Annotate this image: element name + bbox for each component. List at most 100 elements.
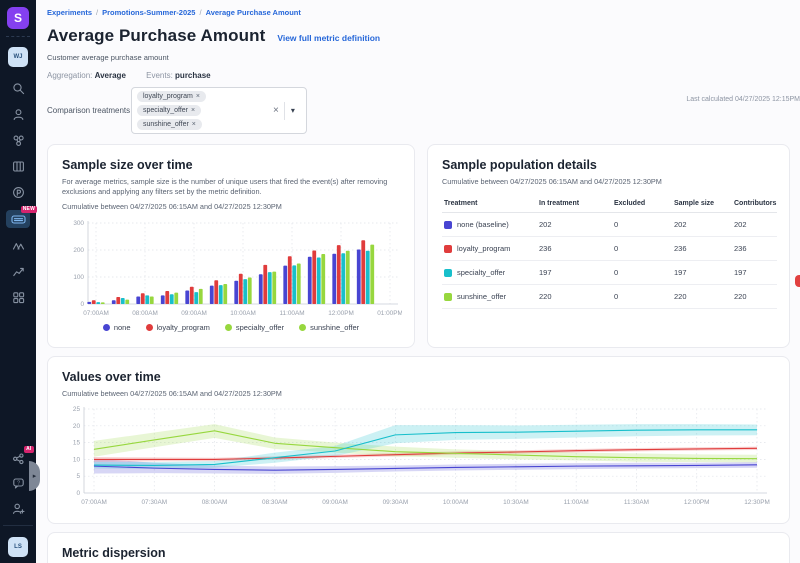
breadcrumb-experiments[interactable]: Experiments <box>47 8 92 17</box>
chip-sunshine-offer[interactable]: sunshine_offer × <box>137 119 202 130</box>
svg-text:0: 0 <box>80 301 84 308</box>
main-content: Experiments / Promotions-Summer-2025 / A… <box>36 0 800 563</box>
search-icon[interactable] <box>10 80 27 97</box>
legend-dot <box>146 324 153 331</box>
chip-remove-icon[interactable]: × <box>196 93 200 100</box>
aggregation-value: Average <box>95 71 126 80</box>
svg-text:10:30AM: 10:30AM <box>503 499 529 506</box>
sample-size-range: Cumulative between 04/27/2025 06:15AM an… <box>62 202 400 211</box>
legend-item: none <box>103 323 131 332</box>
comparison-treatments-label: Comparison treatments <box>47 106 131 115</box>
breadcrumb-metric-name[interactable]: Average Purchase Amount <box>206 8 301 17</box>
svg-text:07:00AM: 07:00AM <box>81 499 107 506</box>
view-metric-definition-link[interactable]: View full metric definition <box>277 33 380 43</box>
svg-text:09:30AM: 09:30AM <box>383 499 409 506</box>
users-icon[interactable] <box>10 106 27 123</box>
values-over-time-card: Values over time Cumulative between 04/2… <box>47 356 790 524</box>
svg-text:12:00PM: 12:00PM <box>328 310 354 317</box>
treatment-name: sunshine_offer <box>457 292 506 301</box>
svg-text:20: 20 <box>73 423 81 430</box>
col-in-treatment: In treatment <box>537 195 612 213</box>
sample-size-description: For average metrics, sample size is the … <box>62 177 400 197</box>
ai-badge: AI <box>24 446 33 453</box>
breadcrumb-separator: / <box>96 8 98 17</box>
dynamic-config-icon[interactable] <box>10 158 27 175</box>
svg-text:11:30AM: 11:30AM <box>624 499 649 506</box>
values-title: Values over time <box>62 370 775 384</box>
invite-user-icon[interactable] <box>10 500 27 517</box>
legend-item: sunshine_offer <box>299 323 359 332</box>
breadcrumb: Experiments / Promotions-Summer-2025 / A… <box>47 8 790 17</box>
legend-dot <box>225 324 232 331</box>
table-row: specialty_offer 197 0 197 197 <box>442 261 777 285</box>
legend-item: specialty_offer <box>225 323 284 332</box>
aggregation-row: Aggregation: Average Events: purchase <box>47 71 790 80</box>
metric-dispersion-card: Metric dispersion Cumulative between 04/… <box>47 532 790 563</box>
svg-text:08:00AM: 08:00AM <box>132 310 158 317</box>
experiments-icon[interactable]: NEW <box>6 210 30 228</box>
chevron-down-icon[interactable]: ▾ <box>291 106 295 115</box>
col-treatment: Treatment <box>442 195 537 213</box>
dashboards-icon[interactable] <box>10 289 27 306</box>
svg-text:07:30AM: 07:30AM <box>141 499 167 506</box>
svg-text:15: 15 <box>73 440 81 447</box>
breadcrumb-experiment-name[interactable]: Promotions-Summer-2025 <box>102 8 195 17</box>
population-title: Sample population details <box>442 158 775 172</box>
sidebar-divider <box>6 36 30 37</box>
new-badge: NEW <box>21 206 37 213</box>
values-over-time-chart: 051015202507:00AM07:30AM08:00AM08:30AM09… <box>62 404 775 512</box>
svg-text:100: 100 <box>73 274 84 281</box>
legend-dot <box>299 324 306 331</box>
population-table: Treatment In treatment Excluded Sample s… <box>442 195 777 309</box>
svg-text:10:00AM: 10:00AM <box>443 499 469 506</box>
help-chat-icon[interactable]: ? <box>10 475 27 492</box>
svg-text:5: 5 <box>76 473 80 480</box>
svg-text:01:00PM: 01:00PM <box>377 310 402 317</box>
ai-assistant-icon[interactable]: AI <box>10 450 27 467</box>
treatment-swatch <box>444 293 452 301</box>
svg-text:12:30PM: 12:30PM <box>744 499 770 506</box>
legend-dot <box>103 324 110 331</box>
clear-selection-icon[interactable]: × <box>273 105 279 116</box>
statsig-logo[interactable]: S <box>7 7 29 29</box>
svg-text:09:00AM: 09:00AM <box>181 310 207 317</box>
svg-text:11:00AM: 11:00AM <box>279 310 304 317</box>
workspace-avatar[interactable]: WJ <box>8 47 28 67</box>
chip-specialty-offer[interactable]: specialty_offer × <box>137 105 201 116</box>
comparison-treatments-select[interactable]: loyalty_program × specialty_offer × suns… <box>131 87 307 134</box>
treatment-name: loyalty_program <box>457 244 510 253</box>
chip-loyalty-program[interactable]: loyalty_program × <box>137 91 206 102</box>
treatment-name: specialty_offer <box>457 268 505 277</box>
legend-label: loyalty_program <box>157 323 210 332</box>
treatment-chips: loyalty_program × specialty_offer × suns… <box>137 91 267 130</box>
treatment-swatch <box>444 221 452 229</box>
chip-label: specialty_offer <box>143 107 188 114</box>
feature-gates-icon[interactable] <box>10 132 27 149</box>
legend-label: sunshine_offer <box>310 323 359 332</box>
svg-text:10:00AM: 10:00AM <box>230 310 256 317</box>
population-range: Cumulative between 04/27/2025 06:15AM an… <box>442 177 775 186</box>
chip-remove-icon[interactable]: × <box>192 121 196 128</box>
autotune-icon[interactable] <box>10 237 27 254</box>
legend-item: loyalty_program <box>146 323 210 332</box>
metrics-icon[interactable] <box>10 263 27 280</box>
sidebar-bottom-divider <box>3 525 33 526</box>
pulse-icon[interactable] <box>10 184 27 201</box>
user-avatar[interactable]: LS <box>8 537 28 557</box>
chip-label: sunshine_offer <box>143 121 189 128</box>
svg-text:?: ? <box>16 480 19 486</box>
col-sample-size: Sample size <box>672 195 732 213</box>
legend-label: none <box>114 323 131 332</box>
chip-remove-icon[interactable]: × <box>191 107 195 114</box>
handle-arrow-icon: ▸ <box>33 472 37 480</box>
events-label: Events: <box>146 71 173 80</box>
svg-text:300: 300 <box>73 220 84 227</box>
edge-notification-tab[interactable] <box>795 275 800 287</box>
metric-description: Customer average purchase amount <box>47 53 790 62</box>
chip-label: loyalty_program <box>143 93 193 100</box>
sample-size-title: Sample size over time <box>62 158 400 172</box>
breadcrumb-separator: / <box>199 8 201 17</box>
aggregation-label: Aggregation: <box>47 71 92 80</box>
sample-size-legend: none loyalty_program specialty_offer sun… <box>62 323 400 332</box>
sample-size-card: Sample size over time For average metric… <box>47 144 415 348</box>
